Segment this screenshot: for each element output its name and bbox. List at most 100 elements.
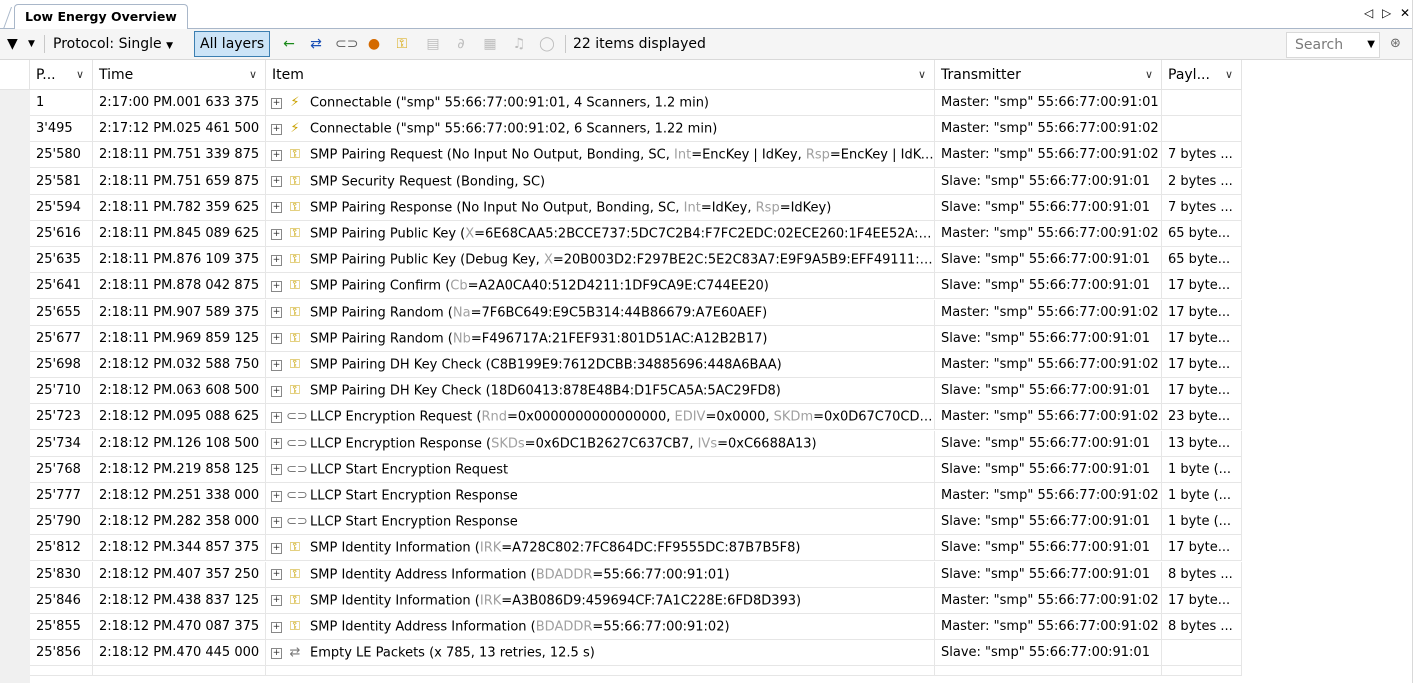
scrollbar[interactable] bbox=[1412, 0, 1418, 683]
field-name: SKDs bbox=[491, 436, 525, 452]
audio-icon[interactable]: ♫ bbox=[510, 35, 528, 53]
expand-icon[interactable]: + bbox=[271, 123, 282, 135]
devices-icon[interactable]: ▦ bbox=[481, 35, 499, 53]
cell-transmitter: Master: "smp" 55:66:77:00:91:02 bbox=[935, 299, 1162, 326]
expand-icon[interactable]: + bbox=[271, 333, 282, 345]
cell-time: 2:17:12 PM.025 461 500 bbox=[93, 116, 266, 143]
expand-icon[interactable]: + bbox=[271, 621, 282, 633]
expand-icon[interactable]: + bbox=[271, 569, 282, 581]
cell-transmitter: Slave: "smp" 55:66:77:00:91:01 bbox=[935, 247, 1162, 274]
column-header-time[interactable]: Time ∨ bbox=[93, 60, 266, 90]
bug-icon[interactable]: ● bbox=[365, 35, 383, 53]
chevron-down-icon: ∨ bbox=[1144, 68, 1153, 81]
expand-icon[interactable]: + bbox=[271, 176, 282, 188]
expand-icon[interactable]: + bbox=[271, 359, 282, 371]
expand-icon[interactable]: + bbox=[271, 464, 282, 476]
link-icon[interactable]: ⊂⊃ bbox=[335, 35, 358, 53]
tab-low-energy-overview[interactable]: Low Energy Overview bbox=[14, 4, 188, 29]
swap-arrows-icon[interactable]: ⇄ bbox=[307, 35, 325, 53]
cell-time: 2:18:11 PM.876 109 375 bbox=[93, 247, 266, 274]
chevron-down-icon: ∨ bbox=[917, 68, 926, 81]
search-input[interactable]: Search ▼ bbox=[1286, 32, 1380, 58]
field-name: BDADDR bbox=[535, 619, 593, 635]
item-text: SMP Identity Information ( bbox=[310, 540, 480, 556]
cell-item: + ⚿ SMP Pairing Random (Na=7F6BC649:E9C5B3… bbox=[266, 299, 935, 326]
expand-icon[interactable]: + bbox=[271, 202, 282, 214]
cell-payload: 17 byte... bbox=[1162, 325, 1242, 352]
filter-dropdown-icon[interactable]: ▼ bbox=[28, 29, 35, 59]
back-arrow-icon[interactable]: ← bbox=[280, 35, 298, 53]
key-icon: ⚿ bbox=[290, 173, 300, 189]
item-text: SMP Identity Information ( bbox=[310, 593, 480, 609]
cell-time: 2:18:12 PM.470 087 375 bbox=[93, 614, 266, 640]
empty-cell bbox=[93, 666, 266, 677]
cell-packet: 25'616 bbox=[30, 221, 93, 247]
key-icon[interactable]: ⚿ bbox=[393, 35, 411, 53]
circle-icon[interactable]: ◯ bbox=[538, 35, 556, 53]
field-value: =0x6DC1B2627C637CB7, bbox=[524, 436, 698, 452]
cell-time: 2:18:12 PM.438 837 125 bbox=[93, 587, 266, 614]
expand-icon[interactable]: + bbox=[271, 647, 282, 659]
column-header-packet[interactable]: P... ∨ bbox=[30, 60, 93, 90]
field-name: IRK bbox=[479, 540, 502, 556]
expand-icon[interactable]: + bbox=[271, 254, 282, 266]
expand-icon[interactable]: + bbox=[271, 411, 282, 423]
field-value: =A3B086D9:459694CF:7A1C228E:6FD8D393) bbox=[501, 593, 802, 609]
expand-icon[interactable]: + bbox=[271, 516, 282, 528]
cell-time: 2:18:12 PM.344 857 375 bbox=[93, 535, 266, 562]
search-options-icon[interactable]: ⊛ bbox=[1390, 29, 1401, 59]
field-value: =IdKey) bbox=[779, 200, 832, 216]
key-icon: ⚿ bbox=[290, 566, 300, 582]
expand-icon[interactable]: + bbox=[271, 97, 282, 109]
protocol-dropdown[interactable]: Protocol: Single ▼ bbox=[53, 29, 173, 59]
expand-icon[interactable]: + bbox=[271, 385, 282, 397]
field-value: =0x0D67C70CDF6DB1... bbox=[813, 409, 935, 425]
row-header-corner bbox=[0, 60, 30, 90]
cell-transmitter: Slave: "smp" 55:66:77:00:91:01 bbox=[935, 430, 1162, 457]
advertising-icon: ⚡ bbox=[290, 121, 300, 137]
close-icon[interactable]: ✕ bbox=[1400, 6, 1410, 20]
cell-packet: 1 bbox=[30, 90, 93, 116]
document-icon[interactable]: ▤ bbox=[424, 35, 442, 53]
item-text: LLCP Start Encryption Request bbox=[310, 462, 509, 478]
cell-time: 2:17:00 PM.001 633 375 bbox=[93, 90, 266, 116]
field-value: =55:66:77:00:91:01) bbox=[592, 567, 730, 583]
expand-icon[interactable]: + bbox=[271, 490, 282, 502]
expand-icon[interactable]: + bbox=[271, 149, 282, 161]
all-layers-button[interactable]: All layers bbox=[194, 31, 271, 57]
field-name: Cb bbox=[450, 278, 468, 294]
cell-time: 2:18:11 PM.878 042 875 bbox=[93, 273, 266, 300]
field-name: X bbox=[543, 252, 553, 268]
next-pane-icon[interactable]: ▷ bbox=[1382, 6, 1391, 20]
cell-payload: 7 bytes ... bbox=[1162, 142, 1242, 169]
column-header-transmitter[interactable]: Transmitter ∨ bbox=[935, 60, 1162, 90]
expand-icon[interactable]: + bbox=[271, 228, 282, 240]
cell-item: + ⚿ SMP Pairing Confirm (Cb=A2A0CA40:512D4… bbox=[266, 273, 935, 300]
expand-icon[interactable]: + bbox=[271, 595, 282, 607]
field-name: Int bbox=[674, 147, 692, 163]
cell-time: 2:18:11 PM.907 589 375 bbox=[93, 299, 266, 326]
item-text: SMP Pairing Response (No Input No Output… bbox=[310, 200, 684, 216]
filter-icon[interactable]: ▼ bbox=[7, 29, 18, 59]
cell-payload: 7 bytes ... bbox=[1162, 194, 1242, 221]
field-name: Rnd bbox=[481, 409, 508, 425]
cell-item: + ⊂⊃ LLCP Encryption Response (SKDs=0x6DC1… bbox=[266, 430, 935, 457]
expand-icon[interactable]: + bbox=[271, 280, 282, 292]
item-text: SMP Pairing Confirm ( bbox=[310, 278, 451, 294]
field-value: =0x0000000000000000, bbox=[507, 409, 675, 425]
column-header-item[interactable]: Item ∨ bbox=[266, 60, 935, 90]
column-header-payload[interactable]: Payl... ∨ bbox=[1162, 60, 1242, 90]
search-dropdown-icon[interactable]: ▼ bbox=[1367, 33, 1375, 57]
expand-icon[interactable]: + bbox=[271, 542, 282, 554]
cell-time: 2:18:11 PM.969 859 125 bbox=[93, 325, 266, 352]
cell-transmitter: Slave: "smp" 55:66:77:00:91:01 bbox=[935, 168, 1162, 195]
expand-icon[interactable]: + bbox=[271, 307, 282, 319]
hook-icon[interactable]: ∂ bbox=[452, 35, 470, 53]
cell-payload: 1 byte (... bbox=[1162, 509, 1242, 536]
cell-payload bbox=[1162, 640, 1242, 667]
expand-icon[interactable]: + bbox=[271, 438, 282, 450]
prev-pane-icon[interactable]: ◁ bbox=[1364, 6, 1373, 20]
empty-packets-icon: ⇄ bbox=[289, 645, 301, 661]
cell-packet: 25'855 bbox=[30, 614, 93, 640]
cell-item: + ⚿ SMP Pairing Public Key (Debug Key, X=2… bbox=[266, 247, 935, 274]
